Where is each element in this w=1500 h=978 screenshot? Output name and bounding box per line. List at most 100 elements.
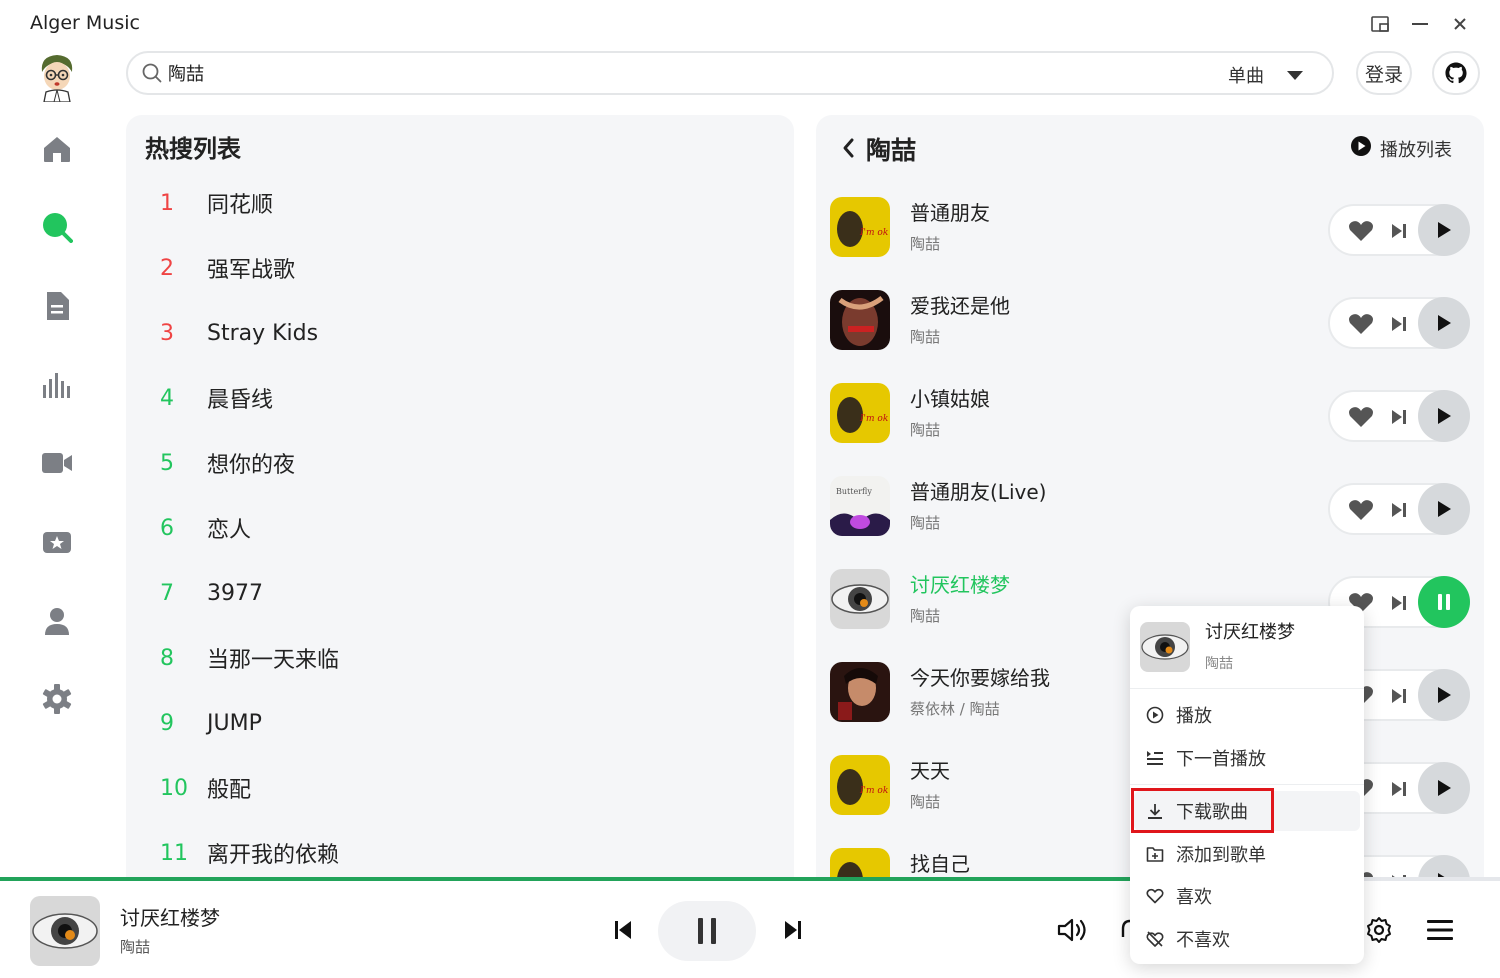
album-cover: I'm ok [830, 383, 890, 443]
nav-settings-icon[interactable] [38, 680, 76, 718]
song-artist[interactable]: 陶喆 [910, 512, 940, 533]
player-album-cover[interactable] [30, 896, 100, 966]
song-title: 爱我还是他 [910, 294, 1010, 318]
nav-video-icon[interactable] [38, 444, 76, 482]
song-row[interactable]: 爱我还是他 陶喆 [816, 290, 1484, 383]
like-icon[interactable] [1348, 313, 1374, 335]
github-icon[interactable] [1432, 51, 1480, 95]
play-next-icon[interactable] [1388, 685, 1410, 707]
hot-search-item[interactable]: 8 当那一天来临 [126, 633, 786, 683]
svg-text:Butterfly: Butterfly [836, 487, 872, 496]
results-title: 陶喆 [866, 136, 917, 165]
nav-favorites-icon[interactable] [38, 523, 76, 561]
hot-search-item[interactable]: 11 离开我的依赖 [126, 828, 786, 878]
hot-keyword: Stray Kids [207, 320, 319, 346]
nav-home-icon[interactable] [38, 130, 76, 168]
play-button[interactable] [1418, 762, 1470, 814]
back-icon[interactable] [840, 137, 858, 159]
nav-user-icon[interactable] [38, 602, 76, 640]
hot-keyword: 同花顺 [207, 193, 274, 218]
nav-search-icon[interactable] [38, 208, 76, 246]
menu-divider [1130, 688, 1364, 689]
menu-item-like[interactable]: 喜欢 [1134, 876, 1360, 916]
song-row[interactable]: I'm ok 小镇姑娘 陶喆 [816, 383, 1484, 476]
like-icon[interactable] [1348, 406, 1374, 428]
song-row[interactable]: Butterfly 普通朋友(Live) 陶喆 [816, 476, 1484, 569]
hot-keyword: 离开我的依赖 [207, 843, 340, 868]
hot-rank: 11 [160, 840, 188, 866]
minimize-icon[interactable] [1406, 10, 1434, 38]
play-button[interactable] [1418, 204, 1470, 256]
menu-item-dislike[interactable]: 不喜欢 [1134, 919, 1360, 959]
svg-text:I'm ok: I'm ok [859, 228, 888, 238]
play-circle-icon [1134, 706, 1176, 724]
play-next-icon[interactable] [1388, 592, 1410, 614]
song-title: 普通朋友(Live) [910, 480, 1047, 504]
play-next-icon[interactable] [1388, 406, 1410, 428]
play-playlist-button[interactable]: 播放列表 [1350, 135, 1452, 162]
song-row[interactable]: I'm ok 普通朋友 陶喆 [816, 197, 1484, 290]
hot-keyword: 当那一天来临 [207, 648, 340, 673]
mini-mode-icon[interactable] [1366, 10, 1394, 38]
hot-keyword: 般配 [207, 778, 252, 803]
hot-search-title: 热搜列表 [145, 135, 241, 163]
nav-charts-icon[interactable] [38, 366, 76, 404]
hot-search-item[interactable]: 9 JUMP [126, 698, 786, 748]
song-actions [1328, 204, 1470, 256]
hot-search-item[interactable]: 5 想你的夜 [126, 438, 786, 488]
play-button[interactable] [1418, 390, 1470, 442]
login-button[interactable]: 登录 [1356, 51, 1412, 95]
hot-search-item[interactable]: 3 Stray Kids [126, 308, 786, 358]
like-icon[interactable] [1348, 220, 1374, 242]
menu-item-add-to-playlist[interactable]: 添加到歌单 [1134, 834, 1360, 874]
search-type-select[interactable]: 单曲 [1228, 62, 1304, 88]
menu-divider [1130, 784, 1364, 785]
menu-item-label: 播放 [1176, 706, 1212, 727]
play-next-icon[interactable] [1388, 778, 1410, 800]
play-button[interactable] [1418, 483, 1470, 535]
svg-text:I'm ok: I'm ok [859, 414, 888, 424]
nav-document-icon[interactable] [38, 287, 76, 325]
hot-search-item[interactable]: 6 恋人 [126, 503, 786, 553]
song-artist[interactable]: 陶喆 [910, 605, 940, 626]
play-next-icon[interactable] [1388, 499, 1410, 521]
menu-item-play-next[interactable]: 下一首播放 [1134, 738, 1360, 778]
menu-icon[interactable] [1424, 916, 1456, 944]
play-button[interactable] [1418, 669, 1470, 721]
chevron-down-icon [1286, 65, 1304, 86]
search-input[interactable] [168, 61, 1068, 85]
hot-rank: 1 [160, 190, 174, 216]
svg-text:I'm ok: I'm ok [859, 786, 888, 796]
close-icon[interactable] [1446, 10, 1474, 38]
song-title: 找自己 [910, 852, 970, 876]
settings-icon[interactable] [1364, 915, 1394, 945]
app-title: Alger Music [30, 12, 140, 34]
hot-search-item[interactable]: 4 晨昏线 [126, 373, 786, 423]
play-button[interactable] [1418, 297, 1470, 349]
like-icon[interactable] [1348, 499, 1374, 521]
next-icon[interactable] [780, 917, 806, 943]
avatar[interactable] [36, 52, 78, 103]
menu-item-label: 不喜欢 [1176, 930, 1230, 951]
song-artist[interactable]: 蔡依林 / 陶喆 [910, 698, 1000, 719]
menu-item-play[interactable]: 播放 [1134, 695, 1360, 735]
pause-button[interactable] [1418, 576, 1470, 628]
song-artist[interactable]: 陶喆 [910, 419, 940, 440]
play-next-icon[interactable] [1388, 313, 1410, 335]
hot-search-item[interactable]: 10 般配 [126, 763, 786, 813]
hot-search-item[interactable]: 1 同花顺 [126, 178, 786, 228]
pause-button[interactable] [658, 901, 756, 961]
previous-icon[interactable] [610, 917, 636, 943]
hot-search-item[interactable]: 2 强军战歌 [126, 243, 786, 293]
hot-search-item[interactable]: 7 3977 [126, 568, 786, 618]
song-artist[interactable]: 陶喆 [910, 233, 940, 254]
song-artist[interactable]: 陶喆 [910, 326, 940, 347]
play-next-icon[interactable] [1388, 220, 1410, 242]
hot-rank: 10 [160, 775, 188, 801]
song-actions [1328, 297, 1470, 349]
volume-icon[interactable] [1056, 915, 1090, 945]
dislike-icon [1134, 930, 1176, 948]
play-next-icon [1134, 750, 1176, 766]
search-type-label: 单曲 [1228, 66, 1264, 87]
song-artist[interactable]: 陶喆 [910, 791, 940, 812]
